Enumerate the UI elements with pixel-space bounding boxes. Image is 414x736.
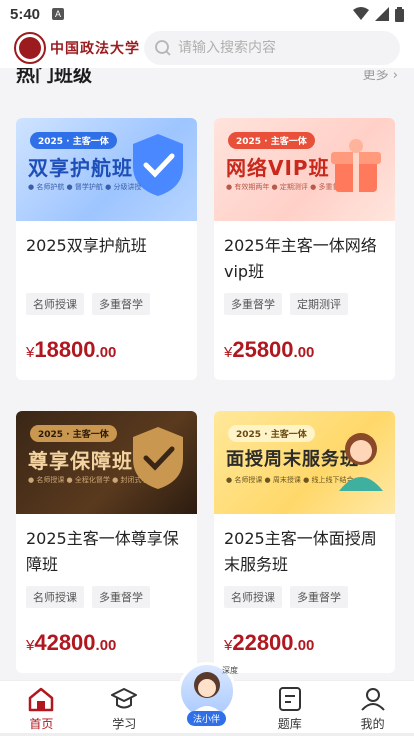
course-card[interactable]: 2025 · 主客一体 尊享保障班 ● 名师授课 ● 全程化督学 ● 封闭式学习…	[16, 411, 197, 673]
graduation-cap-icon	[111, 688, 138, 709]
nav-label: 我的	[360, 717, 385, 731]
course-tag: 名师授课	[26, 293, 84, 315]
nav-home[interactable]: 首页	[0, 681, 83, 736]
status-bar: 5:40 A	[0, 0, 414, 28]
profile-icon	[360, 688, 385, 711]
banner-chip: 2025 · 主客一体	[228, 425, 315, 442]
university-seal-icon	[14, 32, 46, 64]
nav-label: 学习	[112, 717, 137, 731]
gift-box-icon	[331, 139, 381, 192]
course-banner: 2025 · 主客一体 网络VIP班 ● 有效期两年 ● 定期测评 ● 多重督学	[214, 118, 395, 221]
nav-question-bank[interactable]: 题库	[248, 681, 331, 736]
course-tag: 名师授课	[26, 586, 84, 608]
course-price: ¥42800.00	[16, 630, 197, 656]
course-banner: 2025 · 主客一体 面授周末服务班 ● 名师授课 ● 周末授课 ● 线上线下…	[214, 411, 395, 514]
price-decimal: .00	[293, 344, 315, 361]
shield-check-icon	[133, 134, 183, 196]
course-tags: 名师授课 多重督学	[16, 293, 197, 315]
course-card[interactable]: 2025 · 主客一体 面授周末服务班 ● 名师授课 ● 周末授课 ● 线上线下…	[214, 411, 395, 673]
search-bar[interactable]	[144, 31, 400, 65]
banner-chip: 2025 · 主客一体	[30, 132, 117, 149]
course-price: ¥22800.00	[214, 630, 395, 656]
price-decimal: .00	[293, 637, 315, 654]
banner-chip: 2025 · 主客一体	[30, 425, 117, 442]
more-label: 更多	[362, 70, 389, 83]
course-price: ¥18800.00	[16, 337, 197, 363]
course-banner: 2025 · 主客一体 双享护航班 ● 名师护航 ● 督学护航 ● 分级讲授	[16, 118, 197, 221]
course-title: 2025主客一体尊享保障班	[26, 529, 179, 574]
battery-icon	[395, 6, 404, 22]
nav-profile[interactable]: 我的	[331, 681, 414, 736]
search-input[interactable]	[178, 40, 378, 56]
teacher-avatar-icon	[339, 433, 383, 491]
nav-label: 题库	[277, 717, 302, 731]
banner-subtitle: ● 名师护航 ● 督学护航 ● 分级讲授	[28, 183, 142, 191]
course-tags: 名师授课 多重督学	[214, 586, 395, 608]
more-link[interactable]: 更多 ›	[363, 70, 398, 88]
course-tag: 多重督学	[290, 586, 348, 608]
signal-icon	[375, 7, 389, 21]
course-tag: 多重督学	[92, 293, 150, 315]
assistant-badge: 深度	[222, 666, 238, 675]
banner-title: 双享护航班	[28, 156, 133, 180]
price-integer: 25800	[232, 337, 294, 362]
status-icons	[353, 6, 404, 22]
course-price: ¥25800.00	[214, 337, 395, 363]
nav-study[interactable]: 学习	[83, 681, 166, 736]
course-tags: 多重督学 定期测评	[214, 293, 395, 315]
banner-title: 尊享保障班	[28, 449, 133, 473]
assistant-label: 法小伴	[187, 711, 227, 726]
course-banner: 2025 · 主客一体 尊享保障班 ● 名师授课 ● 全程化督学 ● 封闭式学习	[16, 411, 197, 514]
course-tag: 定期测评	[290, 293, 348, 315]
gold-shield-icon	[133, 427, 183, 489]
course-card[interactable]: 2025 · 主客一体 网络VIP班 ● 有效期两年 ● 定期测评 ● 多重督学…	[214, 118, 395, 380]
price-decimal: .00	[95, 637, 117, 654]
wifi-icon	[353, 7, 369, 20]
search-icon	[155, 40, 171, 56]
price-integer: 22800	[232, 630, 294, 655]
course-title: 2025主客一体面授周末服务班	[224, 529, 377, 574]
status-time: 5:40	[10, 5, 41, 23]
logo-text: 中国政法大学	[50, 41, 140, 57]
price-integer: 18800	[34, 337, 96, 362]
price-integer: 42800	[34, 630, 96, 655]
section-title: 热门班级	[16, 68, 93, 86]
banner-title: 网络VIP班	[226, 156, 330, 180]
university-logo[interactable]: 中国政法大学	[14, 32, 140, 64]
price-decimal: .00	[95, 344, 117, 361]
nav-label: 首页	[29, 717, 54, 731]
home-icon	[29, 687, 54, 712]
course-tags: 名师授课 多重督学	[16, 586, 197, 608]
course-tag: 名师授课	[224, 586, 282, 608]
course-title: 2025双享护航班	[26, 236, 147, 255]
question-bank-icon	[278, 687, 301, 711]
course-tag: 多重督学	[224, 293, 282, 315]
app-header: 中国政法大学	[0, 28, 414, 68]
course-tag: 多重督学	[92, 586, 150, 608]
sim-icon: A	[52, 8, 65, 20]
course-card[interactable]: 2025 · 主客一体 双享护航班 ● 名师护航 ● 督学护航 ● 分级讲授 2…	[16, 118, 197, 380]
banner-chip: 2025 · 主客一体	[228, 132, 315, 149]
course-title: 2025年主客一体网络vip班	[224, 236, 377, 281]
